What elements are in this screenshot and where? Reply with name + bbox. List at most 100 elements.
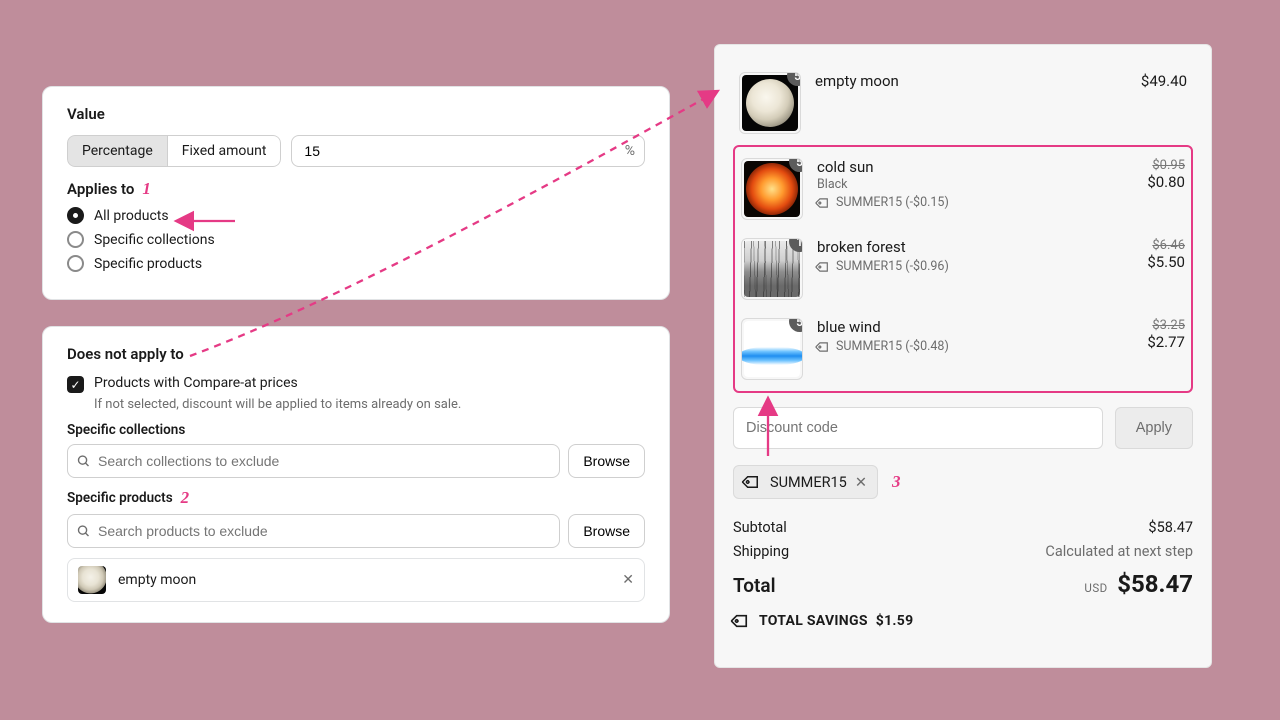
exclude-products-label: Specific products 2 xyxy=(67,488,645,508)
cart-item-prices: $49.40 xyxy=(1117,72,1187,90)
checkbox-label: Products with Compare-at prices xyxy=(94,375,298,391)
discounted-items-highlight: 5 cold sun Black SUMMER15 (-$0.15) $0.95… xyxy=(733,145,1193,393)
search-icon xyxy=(76,524,91,539)
radio-specific-products[interactable]: Specific products xyxy=(67,255,645,272)
excluded-product-name: empty moon xyxy=(118,572,196,588)
collections-search-input[interactable] xyxy=(67,444,560,478)
cart-item-strike: $0.95 xyxy=(1115,158,1185,173)
compare-at-checkbox-row[interactable]: ✓ Products with Compare-at prices xyxy=(67,375,645,393)
total-label: Total xyxy=(733,574,776,597)
annotation-3: 3 xyxy=(892,472,901,492)
shipping-value: Calculated at next step xyxy=(1045,543,1193,560)
products-search-input[interactable] xyxy=(67,514,560,548)
cart-item-price: $0.80 xyxy=(1115,173,1185,191)
cart-item-name: empty moon xyxy=(815,72,1103,90)
tag-icon xyxy=(814,257,834,277)
cart-line-item: 5 cold sun Black SUMMER15 (-$0.15) $0.95… xyxy=(735,149,1191,229)
percentage-button[interactable]: Percentage xyxy=(67,135,168,167)
tag-icon xyxy=(814,337,834,357)
cart-item-price: $2.77 xyxy=(1115,333,1185,351)
exclude-products-row: Browse xyxy=(67,514,645,548)
cart-item-body: blue wind SUMMER15 (-$0.48) xyxy=(817,318,1101,354)
cart-item-variant: Black xyxy=(817,177,1101,192)
shipping-label: Shipping xyxy=(733,543,789,560)
applied-code-label: SUMMER15 xyxy=(770,474,847,491)
applies-to-label: Applies to 1 xyxy=(67,179,645,199)
checkbox-helper: If not selected, discount will be applie… xyxy=(94,397,645,412)
cart-item-body: broken forest SUMMER15 (-$0.96) xyxy=(817,238,1101,274)
savings-label: TOTAL SAVINGS xyxy=(759,613,868,629)
discount-code-input[interactable] xyxy=(733,407,1103,449)
cart-thumb: 1 xyxy=(741,238,803,300)
cart-item-name: broken forest xyxy=(817,238,1101,256)
tag-icon xyxy=(740,469,765,494)
browse-collections-button[interactable]: Browse xyxy=(568,444,645,478)
annotation-2: 2 xyxy=(181,488,190,508)
cart-line-item: 5 empty moon $49.40 xyxy=(733,63,1193,143)
savings-row: TOTAL SAVINGS $1.59 xyxy=(733,612,1193,630)
collections-search-wrap xyxy=(67,444,560,478)
fixed-amount-button[interactable]: Fixed amount xyxy=(168,135,282,167)
subtotal-label: Subtotal xyxy=(733,519,787,536)
cart-item-discount-tag: SUMMER15 (-$0.15) xyxy=(817,195,1101,210)
exclude-collections-row: Browse xyxy=(67,444,645,478)
value-card: Value Percentage Fixed amount % Applies … xyxy=(42,86,670,300)
tag-icon xyxy=(729,608,754,633)
remove-product-icon[interactable]: ✕ xyxy=(622,572,634,588)
cart-panel: 5 empty moon $49.40 5 cold sun Black SUM… xyxy=(714,44,1212,668)
apply-button[interactable]: Apply xyxy=(1115,407,1193,449)
cart-item-prices: $6.46 $5.50 xyxy=(1115,238,1185,271)
radio-icon xyxy=(67,231,84,248)
subtotal-value: $58.47 xyxy=(1148,519,1193,536)
savings-value: $1.59 xyxy=(876,613,914,629)
radio-icon xyxy=(67,207,84,224)
radio-all-products[interactable]: All products xyxy=(67,207,645,224)
cart-item-name: cold sun xyxy=(817,158,1101,176)
value-title: Value xyxy=(67,105,645,123)
cart-thumb: 5 xyxy=(739,72,801,134)
cart-thumb: 5 xyxy=(741,158,803,220)
percent-suffix: % xyxy=(625,143,635,159)
cart-item-strike: $6.46 xyxy=(1115,238,1185,253)
shipping-row: Shipping Calculated at next step xyxy=(733,543,1193,560)
cart-item-strike: $3.25 xyxy=(1115,318,1185,333)
discount-value-input[interactable] xyxy=(291,135,645,167)
radio-icon xyxy=(67,255,84,272)
radio-label: Specific collections xyxy=(94,232,215,248)
cart-item-discount-tag: SUMMER15 (-$0.48) xyxy=(817,339,1101,354)
cart-item-body: empty moon xyxy=(815,72,1103,90)
total-value: $58.47 xyxy=(1117,570,1193,598)
remove-code-icon[interactable]: ✕ xyxy=(855,474,867,491)
value-type-segment: Percentage Fixed amount xyxy=(67,135,281,167)
cart-item-name: blue wind xyxy=(817,318,1101,336)
checkbox-checked-icon: ✓ xyxy=(67,376,84,393)
applied-discount-chip: SUMMER15 ✕ xyxy=(733,465,878,499)
cart-item-body: cold sun Black SUMMER15 (-$0.15) xyxy=(817,158,1101,210)
cart-item-price: $49.40 xyxy=(1117,72,1187,90)
cart-item-discount-tag: SUMMER15 (-$0.96) xyxy=(817,259,1101,274)
exclude-card: Does not apply to ✓ Products with Compar… xyxy=(42,326,670,623)
products-search-wrap xyxy=(67,514,560,548)
value-input-wrap: % xyxy=(291,135,645,167)
totals-block: Subtotal $58.47 Shipping Calculated at n… xyxy=(733,519,1193,630)
subtotal-row: Subtotal $58.47 xyxy=(733,519,1193,536)
cart-thumb: 5 xyxy=(741,318,803,380)
discount-code-row: Apply xyxy=(733,407,1193,449)
annotation-1: 1 xyxy=(142,179,151,199)
cart-item-price: $5.50 xyxy=(1115,253,1185,271)
radio-specific-collections[interactable]: Specific collections xyxy=(67,231,645,248)
excluded-product-chip: empty moon ✕ xyxy=(67,558,645,602)
search-icon xyxy=(76,454,91,469)
browse-products-button[interactable]: Browse xyxy=(568,514,645,548)
exclude-collections-label: Specific collections xyxy=(67,422,645,438)
currency-label: USD xyxy=(1084,581,1107,595)
cart-line-item: 5 blue wind SUMMER15 (-$0.48) $3.25 $2.7… xyxy=(735,309,1191,389)
total-row: Total USD $58.47 xyxy=(733,570,1193,598)
product-thumb-icon xyxy=(78,566,106,594)
cart-line-item: 1 broken forest SUMMER15 (-$0.96) $6.46 … xyxy=(735,229,1191,309)
exclude-title: Does not apply to xyxy=(67,345,645,363)
radio-label: All products xyxy=(94,208,169,224)
cart-item-prices: $0.95 $0.80 xyxy=(1115,158,1185,191)
tag-icon xyxy=(814,193,834,213)
radio-label: Specific products xyxy=(94,256,202,272)
